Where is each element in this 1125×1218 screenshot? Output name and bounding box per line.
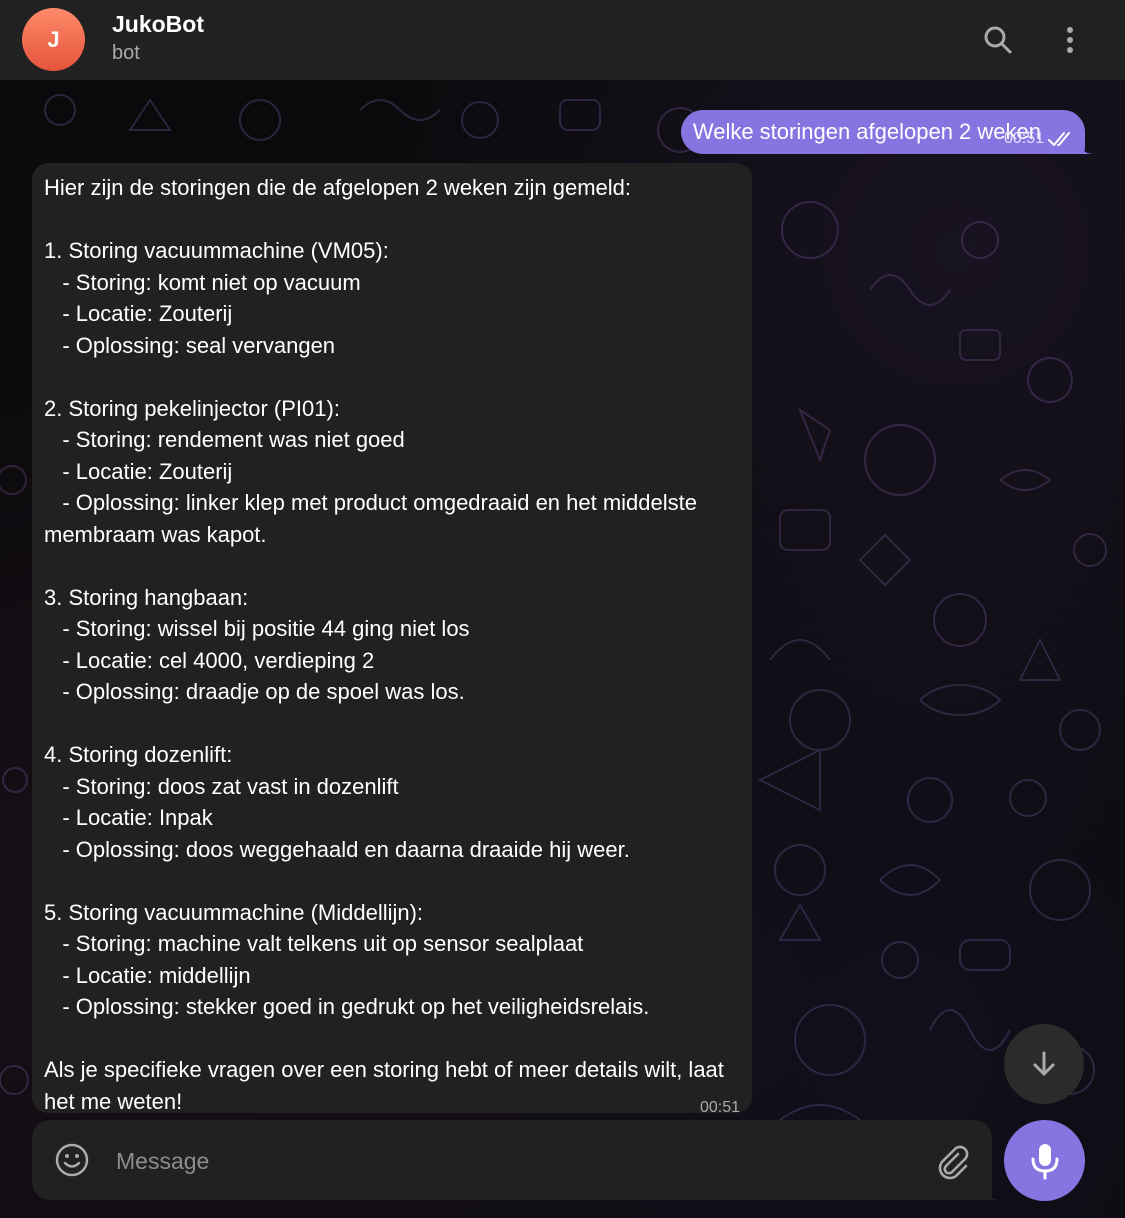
avatar-letter: J: [47, 26, 60, 52]
composer-tail: [987, 1186, 1001, 1200]
incoming-message[interactable]: Hier zijn de storingen die de afgelopen …: [32, 163, 752, 1116]
arrow-down-icon: [1033, 1051, 1055, 1076]
incoming-message-text: Hier zijn de storingen die de afgelopen …: [44, 175, 724, 1114]
voice-record-button[interactable]: [1004, 1120, 1085, 1201]
microphone-icon: [1031, 1143, 1058, 1179]
message-time: 00:51: [1003, 130, 1044, 147]
attach-button[interactable]: [932, 1142, 970, 1180]
emoji-icon: [55, 1143, 89, 1177]
message-time: 00:51: [699, 1099, 740, 1116]
double-check-icon: [1048, 132, 1070, 146]
chat-title[interactable]: JukoBot: [112, 11, 204, 38]
paperclip-icon: [938, 1145, 969, 1180]
chat-status: bot: [112, 42, 140, 64]
bubble-tail: [1080, 140, 1094, 154]
message-composer: [32, 1120, 1001, 1200]
emoji-button[interactable]: [54, 1142, 90, 1178]
outgoing-message-text: Welke storingen afgelopen 2 weken: [692, 119, 1041, 144]
scroll-to-bottom-button[interactable]: [1004, 1024, 1084, 1104]
more-options-button[interactable]: [1050, 20, 1090, 60]
outgoing-message[interactable]: Welke storingen afgelopen 2 weken 00:51: [680, 110, 1094, 154]
chat-header: J JukoBot bot: [0, 0, 1125, 80]
more-vertical-icon: [1067, 27, 1073, 53]
search-icon: [984, 26, 1012, 54]
message-input[interactable]: [114, 1134, 918, 1188]
avatar[interactable]: J: [22, 8, 85, 71]
search-button[interactable]: [978, 20, 1018, 60]
message-meta: 00:51: [996, 130, 1075, 148]
